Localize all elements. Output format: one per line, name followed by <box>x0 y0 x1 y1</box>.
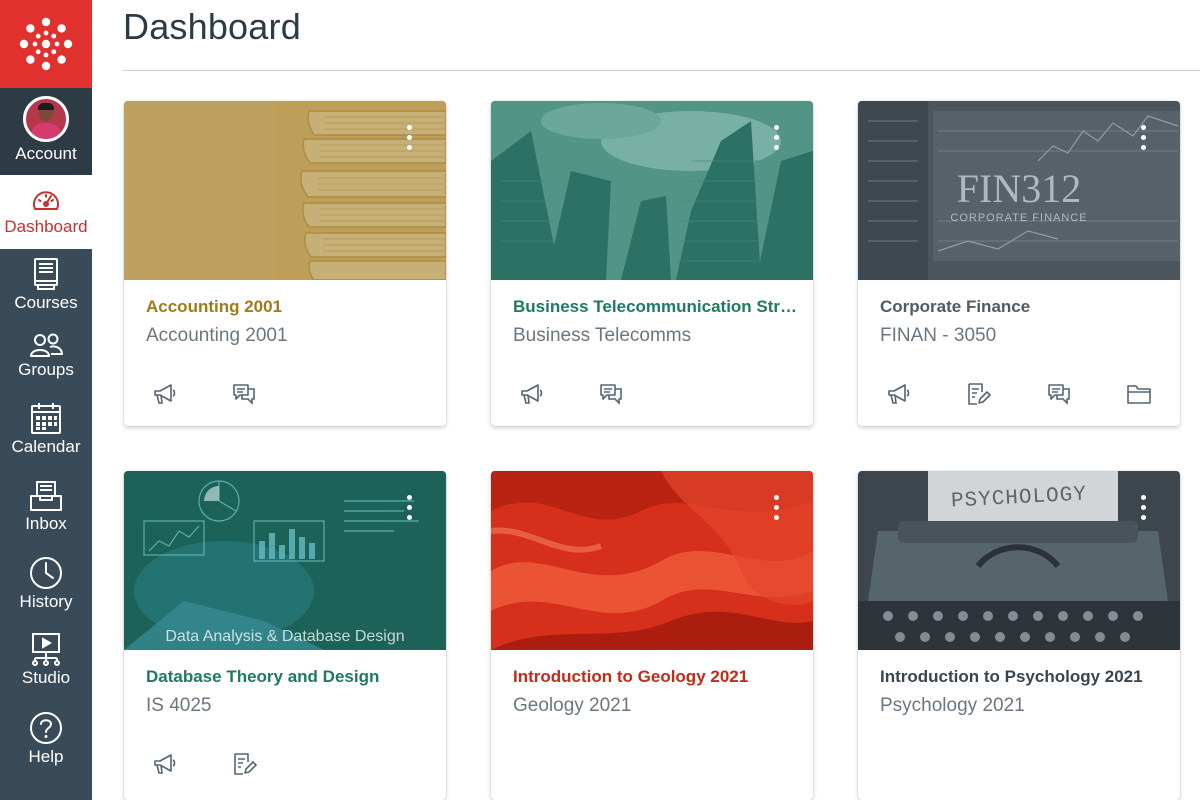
nav-courses[interactable]: Courses <box>0 249 92 319</box>
calendar-icon <box>31 403 61 434</box>
nav-calendar-label: Calendar <box>11 437 81 456</box>
course-card-hero[interactable] <box>124 101 446 280</box>
course-card: FIN312 CORPORATE FINANCE Corporate Finan… <box>858 101 1180 426</box>
course-code: Business Telecomms <box>513 325 692 346</box>
groups-icon <box>30 333 63 357</box>
course-card-hero[interactable]: PSYCHOLOGY <box>858 471 1180 650</box>
card-options-menu-button[interactable] <box>1140 495 1146 525</box>
nav-help[interactable]: Help <box>0 707 92 779</box>
card-options-menu-button[interactable] <box>406 125 412 155</box>
announcements-button[interactable] <box>152 751 178 777</box>
files-button[interactable] <box>1126 381 1152 407</box>
nav-dashboard[interactable]: Dashboard <box>0 175 92 249</box>
card-actions <box>124 751 446 777</box>
avatar <box>23 96 69 142</box>
announcements-button[interactable] <box>152 381 178 407</box>
history-icon <box>30 557 62 589</box>
nav-studio-label: Studio <box>21 668 71 687</box>
card-options-menu-button[interactable] <box>406 495 412 525</box>
discussions-icon <box>600 384 622 405</box>
nav-groups[interactable]: Groups <box>0 328 92 388</box>
assignments-icon <box>968 383 991 405</box>
discussions-icon <box>1048 384 1070 405</box>
dashboard-icon <box>33 191 59 210</box>
nav-help-label: Help <box>28 747 64 766</box>
studio-icon <box>32 633 60 666</box>
nav-courses-label: Courses <box>14 293 78 312</box>
discussions-button[interactable] <box>598 381 624 407</box>
announcements-icon <box>154 384 176 404</box>
assignments-button[interactable] <box>965 381 991 407</box>
course-code: FINAN - 3050 <box>880 325 997 346</box>
discussions-button[interactable] <box>231 381 257 407</box>
card-options-menu-button[interactable] <box>773 495 779 525</box>
card-options-menu-button[interactable] <box>773 125 779 155</box>
assignments-icon <box>234 753 257 775</box>
nav-history[interactable]: History <box>0 552 92 624</box>
inbox-icon <box>30 481 62 511</box>
nav-account-label: Account <box>15 144 77 163</box>
nav-groups-label: Groups <box>18 360 74 379</box>
course-card: Introduction to Geology 2021 Geology 202… <box>491 471 813 800</box>
course-title[interactable]: Business Telecommunication Strat... <box>513 297 798 317</box>
announcements-icon <box>154 754 176 774</box>
assignments-button[interactable] <box>231 751 257 777</box>
courses-icon <box>34 258 58 290</box>
announcements-button[interactable] <box>886 381 912 407</box>
course-title[interactable]: Corporate Finance <box>880 297 1030 317</box>
announcements-icon <box>521 384 543 404</box>
course-title[interactable]: Accounting 2001 <box>146 297 282 317</box>
course-card-hero[interactable]: FIN312 CORPORATE FINANCE <box>858 101 1180 280</box>
hero-course-code: FIN312 <box>956 166 1082 211</box>
course-title[interactable]: Introduction to Geology 2021 <box>513 667 748 687</box>
course-title[interactable]: Database Theory and Design <box>146 667 379 687</box>
nav-account[interactable]: Account <box>0 88 92 175</box>
help-icon <box>30 712 62 744</box>
card-actions <box>491 381 813 407</box>
course-card: Accounting 2001 Accounting 2001 <box>124 101 446 426</box>
canvas-logo-icon <box>19 17 73 71</box>
discussions-button[interactable] <box>1046 381 1072 407</box>
course-code: Accounting 2001 <box>146 325 288 346</box>
course-card: Data Analysis & Database Design Database… <box>124 471 446 800</box>
announcements-icon <box>888 384 910 404</box>
hero-course-name: CORPORATE FINANCE <box>950 212 1088 224</box>
card-options-menu-button[interactable] <box>1140 125 1146 155</box>
nav-inbox-label: Inbox <box>25 514 67 533</box>
card-actions <box>124 381 446 407</box>
course-code: IS 4025 <box>146 695 212 716</box>
announcements-button[interactable] <box>519 381 545 407</box>
course-card: PSYCHOLOGY Introduction to Psychology 20… <box>858 471 1180 800</box>
nav-calendar[interactable]: Calendar <box>0 397 92 469</box>
page-title: Dashboard <box>123 6 301 47</box>
course-card-hero[interactable] <box>491 471 813 650</box>
course-card-hero[interactable]: Data Analysis & Database Design <box>124 471 446 650</box>
files-icon <box>1127 385 1151 404</box>
nav-studio[interactable]: Studio <box>0 628 92 700</box>
course-title[interactable]: Introduction to Psychology 2021 <box>880 667 1143 687</box>
header-divider <box>123 70 1200 71</box>
nav-dashboard-label: Dashboard <box>4 217 88 236</box>
course-card: Business Telecommunication Strat... Busi… <box>491 101 813 426</box>
discussions-icon <box>233 384 255 405</box>
course-code: Psychology 2021 <box>880 695 1025 716</box>
card-actions <box>858 381 1180 407</box>
canvas-logo[interactable] <box>0 0 92 88</box>
hero-caption: Data Analysis & Database Design <box>165 628 405 645</box>
course-code: Geology 2021 <box>513 695 632 716</box>
global-navigation: Account Dashboard Courses Groups Calenda… <box>0 0 92 800</box>
nav-inbox[interactable]: Inbox <box>0 476 92 548</box>
nav-history-label: History <box>19 592 73 611</box>
course-card-hero[interactable] <box>491 101 813 280</box>
